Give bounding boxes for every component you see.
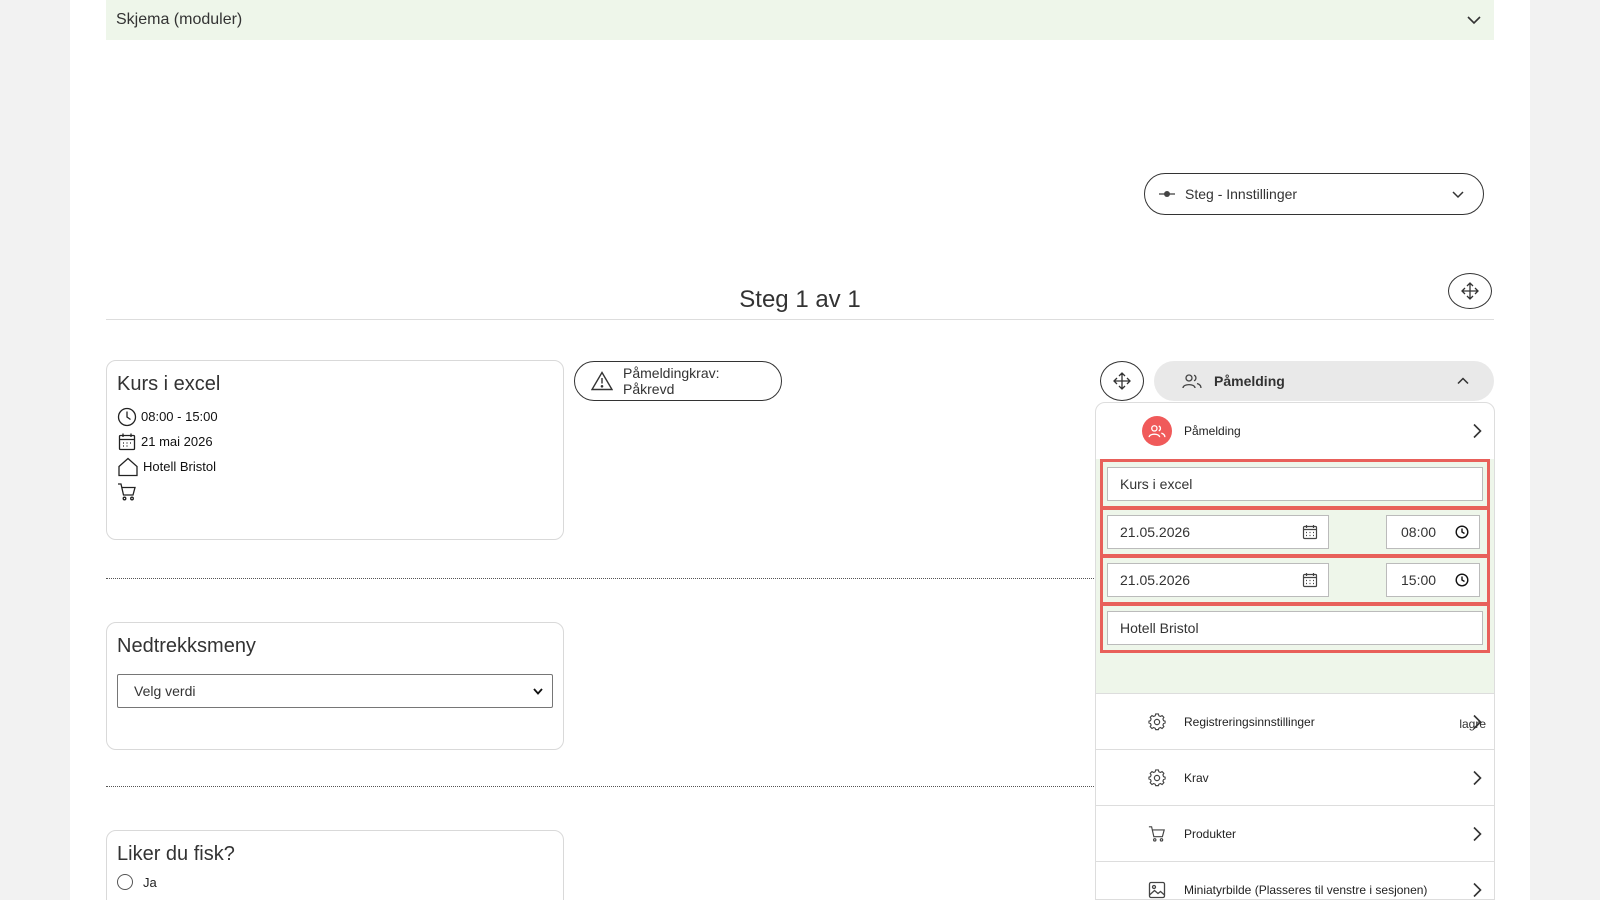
start-date-input[interactable]: 21.05.2026 [1107,515,1329,549]
select-value: Velg verdi [134,683,196,699]
panel-item-label: Registreringsinnstillinger [1184,714,1315,729]
panel-item-requirements[interactable]: Krav [1096,750,1494,806]
clock-icon [1455,525,1469,539]
cart-icon [117,482,141,502]
calendar-icon [117,432,141,452]
start-date-value: 21.05.2026 [1120,524,1191,540]
clock-icon [1455,573,1469,587]
name-field-highlight: Kurs i excel [1100,459,1490,509]
event-cart-row [117,479,553,504]
chevron-down-icon [532,685,544,697]
radio-option-ja[interactable]: Ja [117,874,553,890]
start-datetime-highlight: 21.05.2026 08:00 [1100,507,1490,557]
event-location-row: Hotell Bristol [117,454,553,479]
event-name-input[interactable]: Kurs i excel [1107,467,1483,501]
event-time: 08:00 - 15:00 [141,409,218,424]
panel-item-label: Påmelding [1184,424,1241,438]
panel-item-registration[interactable]: Påmelding [1096,403,1494,459]
chevron-right-icon [1472,423,1482,439]
event-name-value: Kurs i excel [1120,476,1193,492]
location-field-highlight: Hotell Bristol [1100,603,1490,653]
panel-item-label: Miniatyrbilde (Plasseres til venstre i s… [1184,883,1428,897]
fish-question-card[interactable]: Liker du fisk? Ja [106,830,564,900]
clock-icon [117,407,141,427]
value-select[interactable]: Velg verdi [117,674,553,708]
chevron-right-icon [1472,770,1482,786]
gear-icon [1148,712,1166,731]
registration-requirement-pill[interactable]: Påmeldingkrav: Påkrevd [574,361,782,401]
step-settings-dropdown[interactable]: Steg - Innstillinger [1144,173,1484,215]
chevron-up-icon [1456,374,1470,388]
end-date-value: 21.05.2026 [1120,572,1191,588]
event-date-row: 21 mai 2026 [117,429,553,454]
requirement-label: Påmeldingkrav: Påkrevd [623,365,720,397]
chevron-down-icon [1466,12,1482,28]
end-time-input[interactable]: 15:00 [1386,563,1480,597]
move-module-button[interactable] [1100,361,1144,401]
radio-label: Ja [143,874,157,890]
event-time-row: 08:00 - 15:00 [117,404,553,429]
move-icon [1461,282,1479,300]
end-time-value: 15:00 [1401,572,1437,588]
end-date-input[interactable]: 21.05.2026 [1107,563,1329,597]
page: Skjema (moduler) Steg - Innstillinger St… [70,0,1530,900]
schema-title: Skjema (moduler) [116,11,243,28]
users-icon [1182,373,1202,389]
dropdown-card[interactable]: Nedtrekksmeny Velg verdi [106,622,564,750]
warning-icon [591,371,613,391]
location-input[interactable]: Hotell Bristol [1107,611,1483,645]
section-divider [106,578,1132,579]
image-icon [1148,881,1166,899]
section-divider [106,786,1132,787]
panel-item-label: Krav [1184,770,1209,785]
chevron-right-icon [1472,826,1482,842]
schema-modules-header[interactable]: Skjema (moduler) [106,0,1494,40]
panel-item-label: Produkter [1184,826,1237,841]
home-icon [117,457,143,477]
event-title: Kurs i excel [117,373,221,395]
cart-icon [1148,825,1166,843]
step-divider [106,319,1494,320]
event-card[interactable]: Kurs i excel 08:00 - 15:00 21 mai 2026 H… [106,360,564,540]
step-settings-label: Steg - Innstillinger [1185,186,1298,202]
location-value: Hotell Bristol [1120,620,1199,636]
chevron-right-icon [1472,882,1482,898]
fish-card-title: Liker du fisk? [117,843,235,865]
calendar-icon [1302,524,1318,540]
panel-item-products[interactable]: Produkter [1096,806,1494,862]
move-step-button[interactable] [1448,273,1492,309]
chevron-down-icon [1451,187,1465,201]
dropdown-card-title: Nedtrekksmeny [117,635,256,657]
registration-panel: Påmelding Kurs i excel 21.05.2026 08:00 … [1095,402,1495,900]
registration-edit-form: Kurs i excel 21.05.2026 08:00 21.05.2026… [1096,459,1494,731]
step-title: Steg 1 av 1 [739,286,861,313]
start-time-value: 08:00 [1401,524,1437,540]
end-datetime-highlight: 21.05.2026 15:00 [1100,555,1490,605]
registration-header-label: Påmelding [1214,373,1285,389]
chevron-right-icon [1472,714,1482,730]
event-date: 21 mai 2026 [141,434,213,449]
registration-module-header[interactable]: Påmelding [1154,361,1494,401]
users-icon [1142,416,1172,446]
start-time-input[interactable]: 08:00 [1386,515,1480,549]
calendar-icon [1302,572,1318,588]
step-icon [1159,189,1175,199]
radio-button[interactable] [117,874,133,890]
gear-icon [1148,768,1166,787]
move-icon [1113,372,1131,390]
panel-item-registration-settings[interactable]: Registreringsinnstillinger [1096,694,1494,750]
event-location: Hotell Bristol [143,459,216,474]
panel-item-thumbnail[interactable]: Miniatyrbilde (Plasseres til venstre i s… [1096,862,1494,899]
